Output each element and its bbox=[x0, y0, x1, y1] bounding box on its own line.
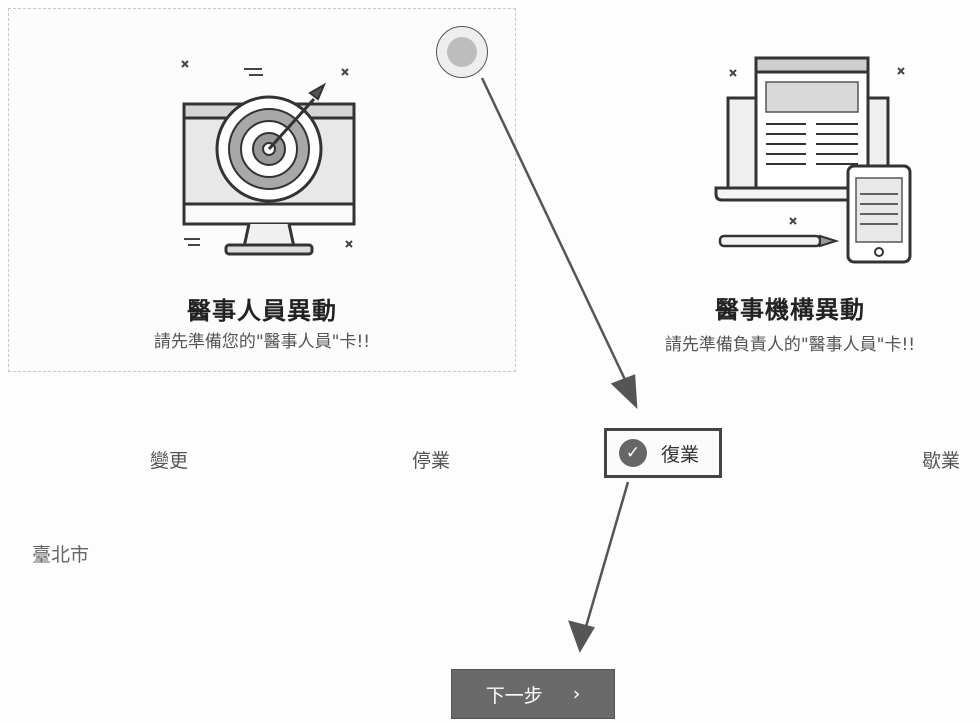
chevron-right-icon: › bbox=[572, 683, 581, 705]
target-on-monitor-icon bbox=[181, 60, 356, 256]
option-change[interactable]: 變更 bbox=[150, 446, 188, 473]
option-resume[interactable]: ✓ 復業 bbox=[604, 428, 722, 478]
card-title: 醫事人員異動 bbox=[187, 297, 337, 325]
city-selection[interactable]: 臺北市 bbox=[32, 540, 89, 567]
selected-check-icon bbox=[436, 26, 488, 78]
next-step-button[interactable]: 下一步 › bbox=[451, 669, 615, 719]
next-step-label: 下一步 bbox=[485, 684, 543, 707]
card-institution-change[interactable]: 醫事機構異動 請先準備負責人的"醫事人員"卡!! bbox=[620, 8, 980, 372]
option-closed[interactable]: 歇業 bbox=[922, 446, 960, 473]
check-icon: ✓ bbox=[619, 439, 647, 467]
option-resume-label: 復業 bbox=[661, 443, 700, 466]
card-subtitle: 請先準備負責人的"醫事人員"卡!! bbox=[664, 335, 916, 355]
option-suspend[interactable]: 停業 bbox=[412, 446, 450, 473]
card-title: 醫事機構異動 bbox=[715, 296, 865, 324]
document-devices-icon bbox=[714, 56, 912, 264]
card-subtitle: 請先準備您的"醫事人員"卡!! bbox=[153, 332, 371, 352]
